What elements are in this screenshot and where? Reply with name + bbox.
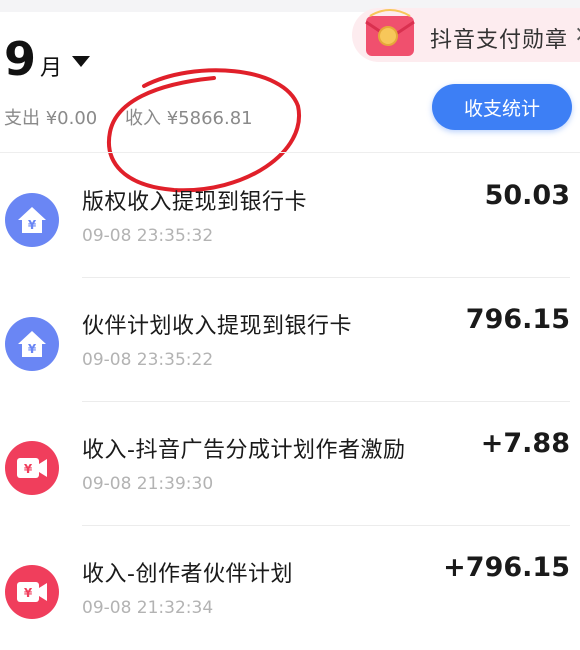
badge-text: 抖音支付勋章 (430, 28, 569, 53)
transaction-title: 伙伴计划收入提现到银行卡 (82, 314, 353, 339)
expense-total: 支出 ¥0.00 (4, 108, 98, 129)
month-selector[interactable]: 9 月 (4, 32, 91, 86)
svg-text:¥: ¥ (28, 218, 37, 232)
withdraw-house-yen-icon: ¥ (5, 317, 59, 371)
svg-text:¥: ¥ (24, 462, 33, 476)
income-total: 收入 ¥5866.81 (125, 108, 253, 129)
divider (0, 152, 580, 153)
svg-text:¥: ¥ (24, 586, 33, 600)
withdraw-house-yen-icon: ¥ (5, 193, 59, 247)
close-icon[interactable]: × (574, 22, 580, 47)
income-video-yen-icon: ¥ (5, 565, 59, 619)
transaction-time: 09-08 23:35:32 (82, 226, 214, 246)
red-envelope-badge-icon (365, 9, 415, 56)
badge-banner[interactable]: 抖音支付勋章 × (352, 8, 580, 62)
transaction-amount: +7.88 (480, 428, 570, 459)
transaction-row[interactable]: ¥ 收入-抖音广告分成计划作者激励 09-08 21:39:30 +7.88 (0, 402, 580, 526)
transaction-row[interactable]: ¥ 收入-创作者伙伴计划 09-08 21:32:34 +796.15 (0, 526, 580, 650)
transaction-time: 09-08 21:32:34 (82, 598, 214, 618)
transaction-time: 09-08 21:39:30 (82, 474, 214, 494)
svg-text:¥: ¥ (28, 342, 37, 356)
dropdown-caret-icon (72, 56, 91, 67)
month-number: 9 (4, 32, 37, 86)
transaction-title: 收入-创作者伙伴计划 (82, 562, 293, 587)
transaction-row[interactable]: ¥ 伙伴计划收入提现到银行卡 09-08 23:35:22 796.15 (0, 278, 580, 402)
income-video-yen-icon: ¥ (5, 441, 59, 495)
transaction-amount: +796.15 (443, 552, 570, 583)
transaction-time: 09-08 23:35:22 (82, 350, 214, 370)
transaction-row[interactable]: ¥ 版权收入提现到银行卡 09-08 23:35:32 50.03 (0, 154, 580, 278)
transaction-title: 版权收入提现到银行卡 (82, 190, 308, 215)
transaction-amount: 796.15 (465, 304, 570, 335)
month-summary: 支出 ¥0.00 收入 ¥5866.81 (4, 104, 275, 130)
transaction-title: 收入-抖音广告分成计划作者激励 (82, 438, 406, 463)
transaction-amount: 50.03 (484, 180, 570, 211)
month-unit: 月 (40, 56, 63, 81)
income-expense-stats-button[interactable]: 收支统计 (432, 84, 572, 130)
